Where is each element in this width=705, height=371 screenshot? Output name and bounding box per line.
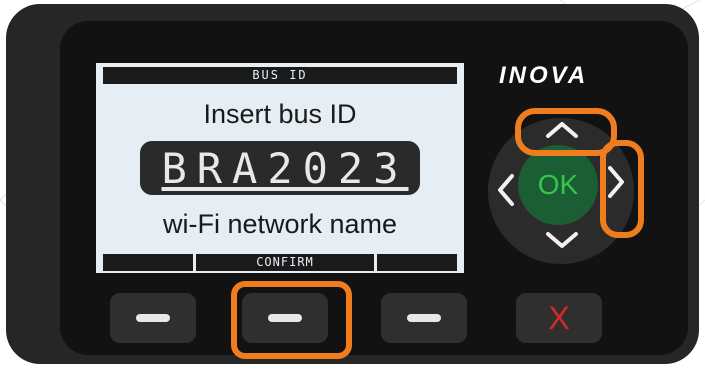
softkey-right-label	[377, 254, 457, 271]
left-arrow-icon	[498, 174, 514, 206]
inova-logo: INOVA	[499, 63, 588, 87]
prompt-text: Insert bus ID	[203, 99, 357, 129]
softkey-bar: CONFIRM	[103, 254, 457, 271]
lcd-screen: BUS ID Insert bus ID BRA2023 wi-Fi netwo…	[96, 63, 464, 273]
softkey-left-button[interactable]	[110, 293, 196, 343]
softkey-right-button[interactable]	[381, 293, 467, 343]
down-arrow-icon	[546, 232, 578, 248]
bus-id-field[interactable]: BRA2023	[140, 141, 420, 195]
svg-text:INOVA: INOVA	[499, 63, 588, 87]
screen-title: BUS ID	[103, 67, 457, 84]
dash-icon	[136, 314, 170, 322]
softkey-confirm-label: CONFIRM	[196, 254, 374, 271]
softkey-left-label	[103, 254, 193, 271]
dash-icon	[407, 314, 441, 322]
ok-label: OK	[537, 169, 579, 200]
right-arrow-icon	[608, 166, 624, 198]
up-arrow-icon	[546, 122, 578, 138]
network-label: wi-Fi network name	[162, 209, 398, 239]
cancel-button[interactable]: X	[516, 293, 602, 343]
highlight-confirm-button	[231, 281, 352, 359]
cancel-x-icon: X	[548, 299, 570, 336]
ok-button[interactable]: OK	[518, 145, 598, 225]
bus-id-value: BRA2023	[161, 143, 409, 193]
